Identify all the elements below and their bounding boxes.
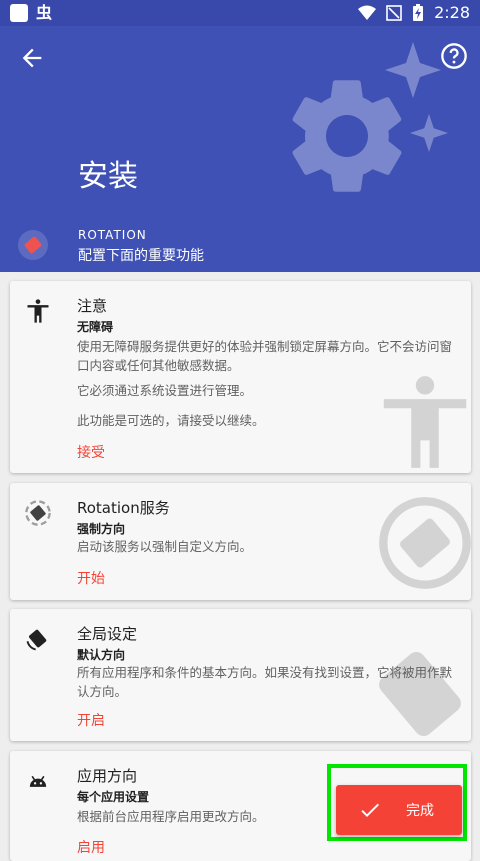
status-bar: 虫 2:28 (0, 0, 480, 26)
wifi-icon (358, 5, 377, 20)
card-text: 它必须通过系统设置进行管理。 (77, 383, 253, 398)
header: 安装 ROTATION 配置下面的重要功能 (0, 26, 480, 272)
card-title: 注意 (77, 297, 108, 315)
notification-app-icon: 虫 (36, 3, 53, 22)
back-arrow-icon[interactable] (18, 44, 46, 72)
start-button[interactable]: 开始 (77, 568, 105, 588)
rotation-service-icon (25, 500, 51, 526)
card-text: 使用无障碍服务提供更好的体验并强制锁定屏幕方向。它不会访问窗口内容或任何其他敏感… (77, 339, 453, 373)
card-text: 启动该服务以强制自定义方向。 (77, 539, 253, 554)
card-title: Rotation服务 (77, 499, 170, 517)
card-title: 全局设定 (77, 625, 138, 643)
clock: 2:28 (434, 3, 470, 22)
accept-button[interactable]: 接受 (77, 442, 105, 462)
enable-app-button[interactable]: 启用 (77, 837, 105, 857)
card-subtitle: 每个应用设置 (77, 790, 150, 804)
card-accessibility: 注意 无障碍 使用无障碍服务提供更好的体验并强制锁定屏幕方向。它不会访问窗口内容… (10, 281, 471, 473)
check-icon (361, 803, 379, 817)
battery-charging-icon (413, 4, 424, 21)
screen-rotation-icon (26, 629, 47, 651)
card-subtitle: 强制方向 (77, 522, 126, 536)
no-signal-icon (386, 5, 402, 21)
notification-square-icon (10, 4, 28, 22)
header-subtitle: 配置下面的重要功能 (78, 248, 204, 264)
card-text: 此功能是可选的，请接受以继续。 (77, 413, 265, 428)
android-icon (29, 775, 47, 787)
done-button[interactable]: 完成 (336, 785, 462, 835)
rotation-app-icon (18, 230, 48, 260)
card-text: 所有应用程序和条件的基本方向。如果没有找到设置，它将被用作默认方向。 (77, 665, 453, 699)
page-title: 安装 (78, 159, 138, 194)
card-global-settings: 全局设定 默认方向 所有应用程序和条件的基本方向。如果没有找到设置，它将被用作默… (10, 609, 471, 741)
header-app-label: ROTATION (78, 228, 147, 242)
done-label: 完成 (406, 803, 434, 819)
help-icon[interactable] (440, 42, 468, 70)
accessibility-icon (27, 299, 49, 323)
sparkle-icon (385, 42, 441, 98)
card-rotation-service: Rotation服务 强制方向 启动该服务以强制自定义方向。 开始 (10, 483, 471, 600)
card-title: 应用方向 (77, 767, 138, 785)
card-subtitle: 默认方向 (77, 648, 126, 662)
card-subtitle: 无障碍 (77, 320, 114, 334)
enable-global-button[interactable]: 开启 (77, 710, 105, 730)
sparkle-small-icon (410, 114, 448, 152)
